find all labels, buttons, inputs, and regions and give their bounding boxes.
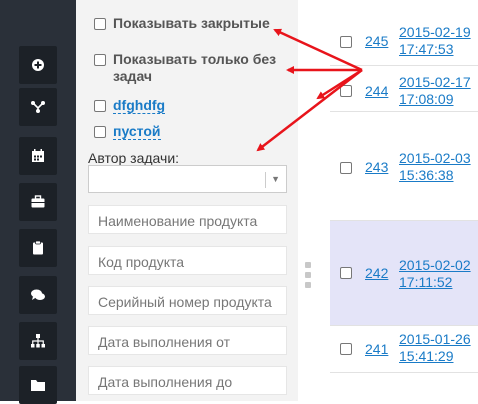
filter-panel: Показывать закрытые Показывать только бе… — [76, 0, 298, 401]
task-row[interactable]: 244 2015-02-17 17:08:09 — [330, 66, 478, 112]
tag-checkbox[interactable] — [94, 100, 106, 112]
task-date-link[interactable]: 2015-02-02 17:11:52 — [399, 257, 471, 291]
clipboard-icon — [33, 240, 43, 255]
task-checkbox[interactable] — [340, 36, 352, 48]
sitemap-icon — [31, 334, 45, 348]
task-date: 2015-02-17 — [399, 74, 471, 90]
task-date: 2015-02-03 — [399, 150, 471, 166]
tag-option[interactable]: пустой — [94, 123, 161, 140]
task-time: 15:36:38 — [399, 167, 454, 183]
grip-dot — [305, 272, 311, 278]
product-name-field[interactable]: Наименование продукта — [88, 205, 287, 234]
task-date-link[interactable]: 2015-02-17 17:08:09 — [399, 74, 471, 108]
tag-link[interactable]: пустой — [113, 123, 161, 140]
due-date-from-field[interactable]: Дата выполнения от — [88, 326, 287, 355]
task-id-link[interactable]: 241 — [365, 341, 388, 357]
show-closed-option[interactable]: Показывать закрытые — [94, 15, 270, 32]
show-without-tasks-option[interactable]: Показывать только без задач — [94, 51, 289, 85]
plus-circle-icon — [32, 59, 44, 71]
sidebar-folder-button[interactable] — [19, 366, 57, 404]
sidebar-clipboard-button[interactable] — [19, 229, 57, 267]
calendar-icon — [32, 149, 44, 162]
task-row[interactable]: 243 2015-02-03 15:36:38 — [330, 112, 478, 221]
task-id-link[interactable]: 242 — [365, 265, 388, 281]
serial-number-field[interactable]: Серийный номер продукта — [88, 286, 287, 315]
task-time: 17:11:52 — [399, 274, 453, 290]
panel-resize-handle[interactable] — [305, 262, 311, 292]
task-date: 2015-02-02 — [399, 257, 471, 273]
task-checkbox[interactable] — [340, 343, 352, 355]
sidebar-comments-button[interactable] — [19, 276, 57, 314]
task-checkbox[interactable] — [340, 85, 352, 97]
sidebar — [0, 0, 76, 404]
due-date-to-field[interactable]: Дата выполнения до — [88, 366, 287, 395]
task-checkbox[interactable] — [340, 162, 352, 174]
tag-link[interactable]: dfghdfg — [113, 97, 166, 114]
show-closed-label: Показывать закрытые — [113, 15, 270, 31]
show-closed-checkbox[interactable] — [94, 18, 106, 30]
task-date-link[interactable]: 2015-01-26 15:41:29 — [399, 331, 471, 365]
product-code-field[interactable]: Код продукта — [88, 246, 287, 275]
sidebar-fork-button[interactable] — [19, 88, 57, 126]
comments-icon — [31, 289, 45, 300]
task-id-link[interactable]: 245 — [365, 33, 388, 49]
task-date-link[interactable]: 2015-02-03 15:36:38 — [399, 150, 471, 184]
task-list: 245 2015-02-19 17:47:53 244 2015-02-17 1… — [330, 0, 478, 401]
show-without-tasks-label: Показывать только без задач — [113, 51, 277, 84]
briefcase-icon — [31, 195, 45, 208]
task-date: 2015-01-26 — [399, 331, 471, 347]
task-date-link[interactable]: 2015-02-19 17:47:53 — [399, 24, 471, 58]
task-time: 17:08:09 — [399, 91, 454, 107]
task-time: 17:47:53 — [399, 41, 454, 57]
task-row[interactable]: 242 2015-02-02 17:11:52 — [330, 221, 478, 326]
chevron-down-icon: ▼ — [271, 174, 280, 184]
task-time: 15:41:29 — [399, 348, 454, 364]
task-row[interactable]: 241 2015-01-26 15:41:29 — [330, 326, 478, 373]
select-divider — [265, 172, 266, 188]
task-date: 2015-02-19 — [399, 24, 471, 40]
grip-dot — [305, 282, 311, 288]
grip-dot — [305, 262, 311, 268]
task-checkbox[interactable] — [340, 267, 352, 279]
sidebar-sitemap-button[interactable] — [19, 322, 57, 360]
folder-icon — [31, 380, 45, 391]
sidebar-briefcase-button[interactable] — [19, 183, 57, 221]
show-without-tasks-checkbox[interactable] — [94, 54, 106, 66]
author-select[interactable]: ▼ — [88, 165, 287, 193]
tag-option[interactable]: dfghdfg — [94, 97, 166, 114]
sidebar-add-button[interactable] — [19, 46, 57, 84]
sidebar-calendar-button[interactable] — [19, 137, 57, 175]
fork-icon — [31, 101, 45, 113]
task-id-link[interactable]: 243 — [365, 159, 388, 175]
author-label: Автор задачи: — [88, 150, 180, 166]
tag-checkbox[interactable] — [94, 126, 106, 138]
task-row[interactable]: 245 2015-02-19 17:47:53 — [330, 0, 478, 66]
task-id-link[interactable]: 244 — [365, 83, 388, 99]
